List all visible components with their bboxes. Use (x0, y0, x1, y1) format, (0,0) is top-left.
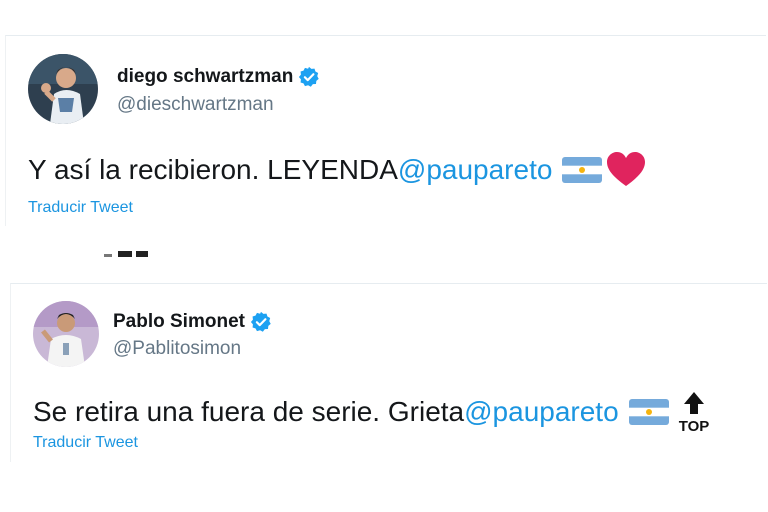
tweet-text: Y así la recibieron. LEYENDA @paupareto (28, 152, 646, 188)
cropped-text-fragment (104, 251, 152, 259)
red-heart-icon (606, 152, 646, 188)
user-handle[interactable]: @dieschwartzman (117, 94, 274, 116)
tweet-text-body: Y así la recibieron. LEYENDA (28, 154, 398, 185)
top-emoji-text: TOP (678, 418, 709, 433)
argentina-flag-icon (562, 157, 603, 183)
avatar[interactable] (33, 301, 99, 367)
verified-badge-icon (250, 311, 272, 333)
mention-link[interactable]: @paupareto (464, 396, 619, 428)
mention-link[interactable]: @paupareto (398, 154, 553, 186)
tweet-text: Se retira una fuera de serie. Grieta @pau… (33, 391, 713, 433)
translate-tweet-link[interactable]: Traducir Tweet (28, 199, 133, 217)
avatar[interactable] (28, 54, 98, 124)
verified-badge-icon (298, 66, 320, 88)
display-name[interactable]: Pablo Simonet (113, 311, 245, 333)
display-name[interactable]: diego schwartzman (117, 66, 293, 88)
top-arrow-icon: TOP (675, 391, 713, 433)
tweet-text-body: Se retira una fuera de serie. Grieta (33, 396, 465, 427)
user-handle[interactable]: @Pablitosimon (113, 338, 241, 360)
tweet-card[interactable]: Pablo Simonet @Pablitosimon Se retira un… (10, 283, 767, 462)
translate-tweet-link[interactable]: Traducir Tweet (33, 434, 138, 452)
tweet-card[interactable]: diego schwartzman @dieschwartzman Y así … (5, 35, 766, 226)
argentina-flag-icon (628, 399, 669, 425)
